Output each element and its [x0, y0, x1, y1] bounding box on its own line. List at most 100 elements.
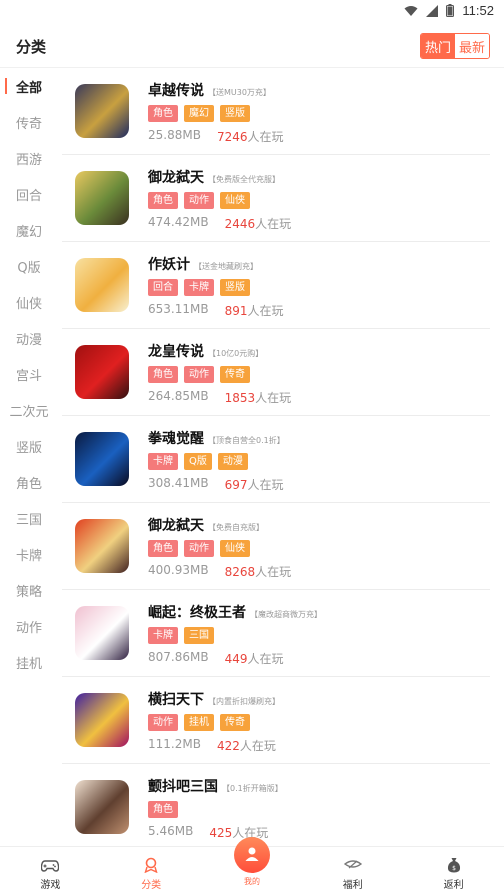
game-name[interactable]: 拳魂觉醒: [148, 428, 204, 448]
game-size: 308.41MB: [148, 476, 209, 490]
sidebar-item-category[interactable]: 角色: [0, 464, 58, 500]
game-name[interactable]: 龙皇传说: [148, 341, 204, 361]
nav-item-category[interactable]: 分类: [101, 847, 202, 896]
players-suffix: 人在玩: [247, 130, 284, 144]
sort-new-button[interactable]: 最新: [455, 34, 489, 58]
game-icon[interactable]: [75, 258, 129, 312]
sidebar-item-category[interactable]: 三国: [0, 500, 58, 536]
sidebar-item-category[interactable]: 动作: [0, 608, 58, 644]
players-suffix: 人在玩: [247, 478, 284, 492]
nav-label-category: 分类: [141, 880, 162, 891]
signal-icon: [426, 4, 439, 17]
sidebar-item-category[interactable]: 竖版: [0, 428, 58, 464]
svg-text:$: $: [452, 865, 456, 872]
game-row[interactable]: 卓越传说 【送MU30万充】 角色 魔幻 竖版 25.88MB 7246人在玩: [62, 68, 490, 155]
game-meta: 5.46MB 425人在玩: [148, 824, 490, 841]
game-size: 25.88MB: [148, 128, 201, 142]
game-size: 400.93MB: [148, 563, 209, 577]
sidebar-item-category[interactable]: 魔幻: [0, 212, 58, 248]
game-info: 横扫天下 【内置折扣爆刷充】 动作 挂机 传奇 111.2MB 422人在玩: [148, 689, 490, 754]
sidebar-item-category[interactable]: 卡牌: [0, 536, 58, 572]
game-tags: 角色 动作 传奇: [148, 366, 490, 384]
game-row[interactable]: 御龙弑天 【免费自充版】 角色 动作 仙侠 400.93MB 8268人在玩: [62, 503, 490, 590]
game-name[interactable]: 御龙弑天: [148, 515, 204, 535]
game-name[interactable]: 崛起：终极王者: [148, 602, 246, 622]
game-note: 【免费自充版】: [208, 523, 264, 532]
sidebar-item-category[interactable]: 二次元: [0, 392, 58, 428]
sidebar-item-category[interactable]: 传奇: [0, 104, 58, 140]
game-size: 5.46MB: [148, 824, 194, 838]
game-size: 111.2MB: [148, 737, 201, 751]
game-name[interactable]: 御龙弑天: [148, 167, 204, 187]
sidebar-item-category[interactable]: 仙侠: [0, 284, 58, 320]
players-count: 449: [224, 652, 248, 666]
game-tags: 角色: [148, 801, 490, 819]
sidebar-item-category[interactable]: 全部: [0, 68, 58, 104]
game-icon[interactable]: [75, 84, 129, 138]
center-user-button[interactable]: [233, 837, 270, 873]
nav-item-rebate[interactable]: $ 返利: [403, 847, 504, 896]
players-count: 425: [209, 826, 233, 840]
game-meta: 111.2MB 422人在玩: [148, 737, 490, 754]
nav-label-mine: 我的: [243, 877, 260, 886]
game-tag: 传奇: [220, 366, 250, 383]
game-row[interactable]: 拳魂觉醒 【顶食自营全0.1折】 卡牌 Q版 动漫 308.41MB 697人在玩: [62, 416, 490, 503]
players-info: 7246人在玩: [217, 128, 284, 145]
game-tag: 角色: [148, 105, 178, 122]
game-row[interactable]: 御龙弑天 【免费版全代充服】 角色 动作 仙侠 474.42MB 2446人在玩: [62, 155, 490, 242]
game-name[interactable]: 作妖计: [148, 254, 190, 274]
nav-item-games[interactable]: 游戏: [0, 847, 101, 896]
game-icon[interactable]: [75, 606, 129, 660]
game-icon[interactable]: [75, 171, 129, 225]
nav-item-welfare[interactable]: 福利: [302, 847, 403, 896]
game-meta: 264.85MB 1853人在玩: [148, 389, 490, 406]
game-icon[interactable]: [75, 519, 129, 573]
game-tag: 角色: [148, 540, 178, 557]
game-name[interactable]: 颤抖吧三国: [148, 776, 218, 796]
game-name[interactable]: 卓越传说: [148, 80, 204, 100]
game-tag: 卡牌: [148, 627, 178, 644]
nav-item-mine[interactable]: 我的: [202, 837, 303, 896]
game-meta: 807.86MB 449人在玩: [148, 650, 490, 667]
players-count: 2446: [224, 217, 256, 231]
game-title-line: 御龙弑天 【免费版全代充服】: [148, 167, 490, 189]
players-count: 7246: [216, 130, 248, 144]
sidebar-item-category[interactable]: 挂机: [0, 644, 58, 680]
players-info: 697人在玩: [225, 476, 284, 493]
players-info: 8268人在玩: [225, 563, 292, 580]
sidebar-item-category[interactable]: 回合: [0, 176, 58, 212]
user-icon: [245, 847, 259, 861]
game-row[interactable]: 颤抖吧三国 【0.1折开箱版】 角色 5.46MB 425人在玩: [62, 764, 490, 846]
sidebar-item-category[interactable]: Q版: [0, 248, 58, 284]
game-row[interactable]: 横扫天下 【内置折扣爆刷充】 动作 挂机 传奇 111.2MB 422人在玩: [62, 677, 490, 764]
game-row[interactable]: 作妖计 【送金地藏刷充】 回合 卡牌 竖版 653.11MB 891人在玩: [62, 242, 490, 329]
sidebar-item-category[interactable]: 策略: [0, 572, 58, 608]
game-note: 【10亿0元购】: [208, 349, 264, 358]
game-icon[interactable]: [75, 780, 129, 834]
game-tag: 动作: [148, 714, 178, 731]
game-note: 【内置折扣爆刷充】: [208, 697, 280, 706]
players-info: 1853人在玩: [225, 389, 292, 406]
game-name[interactable]: 横扫天下: [148, 689, 204, 709]
game-row[interactable]: 龙皇传说 【10亿0元购】角色 动作 传奇 264.85MB 1853人在玩: [62, 329, 490, 416]
game-tag: 卡牌: [184, 279, 214, 296]
game-icon[interactable]: [75, 693, 129, 747]
sidebar-item-category[interactable]: 宫斗: [0, 356, 58, 392]
game-tags: 卡牌 三国: [148, 627, 490, 645]
battery-icon: [446, 4, 455, 17]
players-count: 891: [224, 304, 248, 318]
nav-label-rebate: 返利: [443, 880, 464, 891]
status-bar: 11:52: [0, 0, 504, 24]
game-tag: 挂机: [184, 714, 214, 731]
game-icon[interactable]: [75, 345, 129, 399]
game-tags: 角色 动作 仙侠: [148, 192, 490, 210]
game-row[interactable]: 崛起：终极王者 【魔改超商微万充】 卡牌 三国 807.86MB 449人在玩: [62, 590, 490, 677]
game-list: 卓越传说 【送MU30万充】 角色 魔幻 竖版 25.88MB 7246人在玩 御龙弑天 【免费…: [58, 68, 504, 846]
game-title-line: 作妖计 【送金地藏刷充】: [148, 254, 490, 276]
game-icon[interactable]: [75, 432, 129, 486]
sort-hot-button[interactable]: 热门: [421, 34, 455, 58]
game-tag: 动作: [184, 366, 214, 383]
money-bag-icon: $: [447, 858, 460, 873]
sidebar-item-category[interactable]: 动漫: [0, 320, 58, 356]
sidebar-item-category[interactable]: 西游: [0, 140, 58, 176]
